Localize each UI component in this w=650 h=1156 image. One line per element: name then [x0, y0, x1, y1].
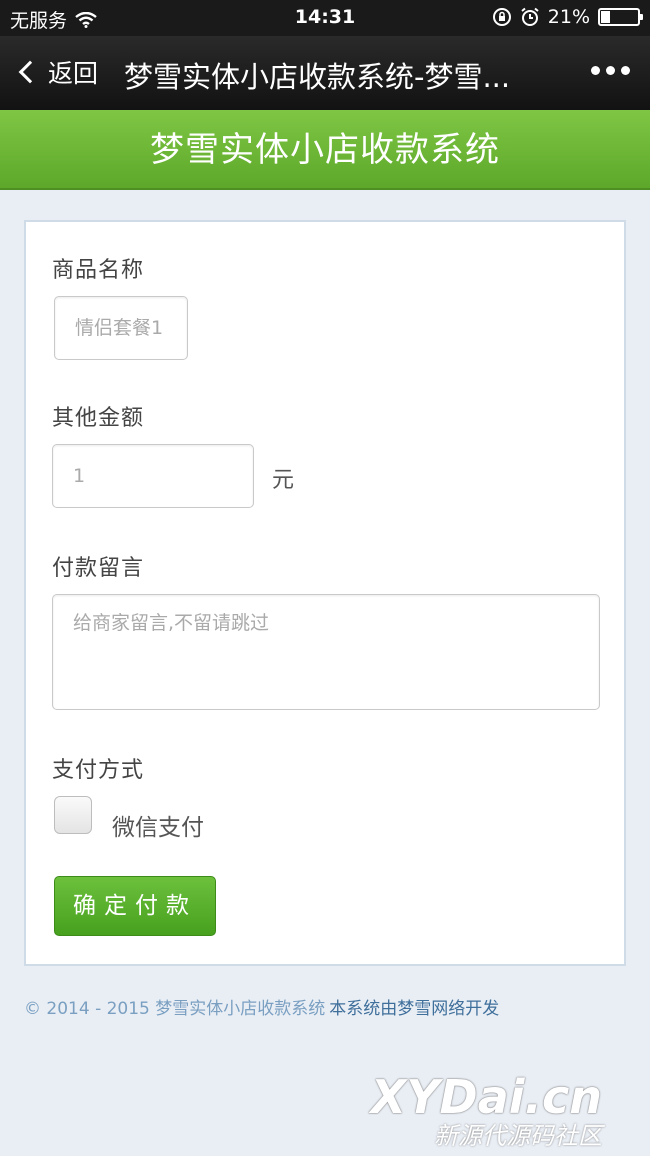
- message-label: 付款留言: [52, 556, 145, 581]
- nav-title: 梦雪实体小店收款系统-梦雪...: [124, 60, 511, 94]
- alarm-icon: [521, 7, 539, 26]
- status-right: 21%: [492, 6, 643, 28]
- battery-icon: [598, 8, 643, 26]
- back-label: 返回: [48, 59, 99, 88]
- watermark-sub: 新源代源码社区: [434, 1122, 602, 1150]
- nav-bar: 返回 梦雪实体小店收款系统-梦雪...: [0, 36, 650, 110]
- developer-link[interactable]: 本系统由梦雪网络开发: [329, 999, 499, 1019]
- more-icon[interactable]: [591, 66, 630, 75]
- back-chevron-icon: [18, 60, 42, 84]
- back-button[interactable]: 返回: [14, 54, 98, 90]
- product-name-field[interactable]: 情侣套餐1: [54, 296, 188, 360]
- amount-unit: 元: [272, 468, 295, 493]
- amount-label: 其他金额: [52, 406, 145, 431]
- watermark-main: XYDai.cn: [370, 1070, 602, 1124]
- status-bar: 无服务 14:31 21%: [0, 0, 650, 36]
- amount-input[interactable]: 1: [52, 444, 254, 508]
- footer: © 2014 - 2015 梦雪实体小店收款系统 本系统由梦雪网络开发: [24, 994, 499, 1019]
- product-name-label: 商品名称: [52, 258, 145, 283]
- payment-method-label: 支付方式: [52, 758, 145, 783]
- wechat-pay-label[interactable]: 微信支付: [112, 808, 204, 842]
- rotation-lock-icon: [492, 8, 511, 26]
- message-textarea[interactable]: 给商家留言,不留请跳过: [52, 594, 600, 710]
- confirm-payment-button[interactable]: 确定付款: [54, 876, 216, 936]
- watermark: XYDai.cn 新源代源码社区: [371, 1072, 602, 1150]
- wechat-pay-checkbox[interactable]: [54, 796, 92, 834]
- page-title: 梦雪实体小店收款系统: [0, 110, 650, 190]
- copyright-text: © 2014 - 2015 梦雪实体小店收款系统: [24, 999, 326, 1019]
- payment-form: 商品名称 情侣套餐1 其他金额 1 元 付款留言 给商家留言,不留请跳过 支付方…: [24, 220, 626, 966]
- battery-percent: 21%: [547, 6, 590, 28]
